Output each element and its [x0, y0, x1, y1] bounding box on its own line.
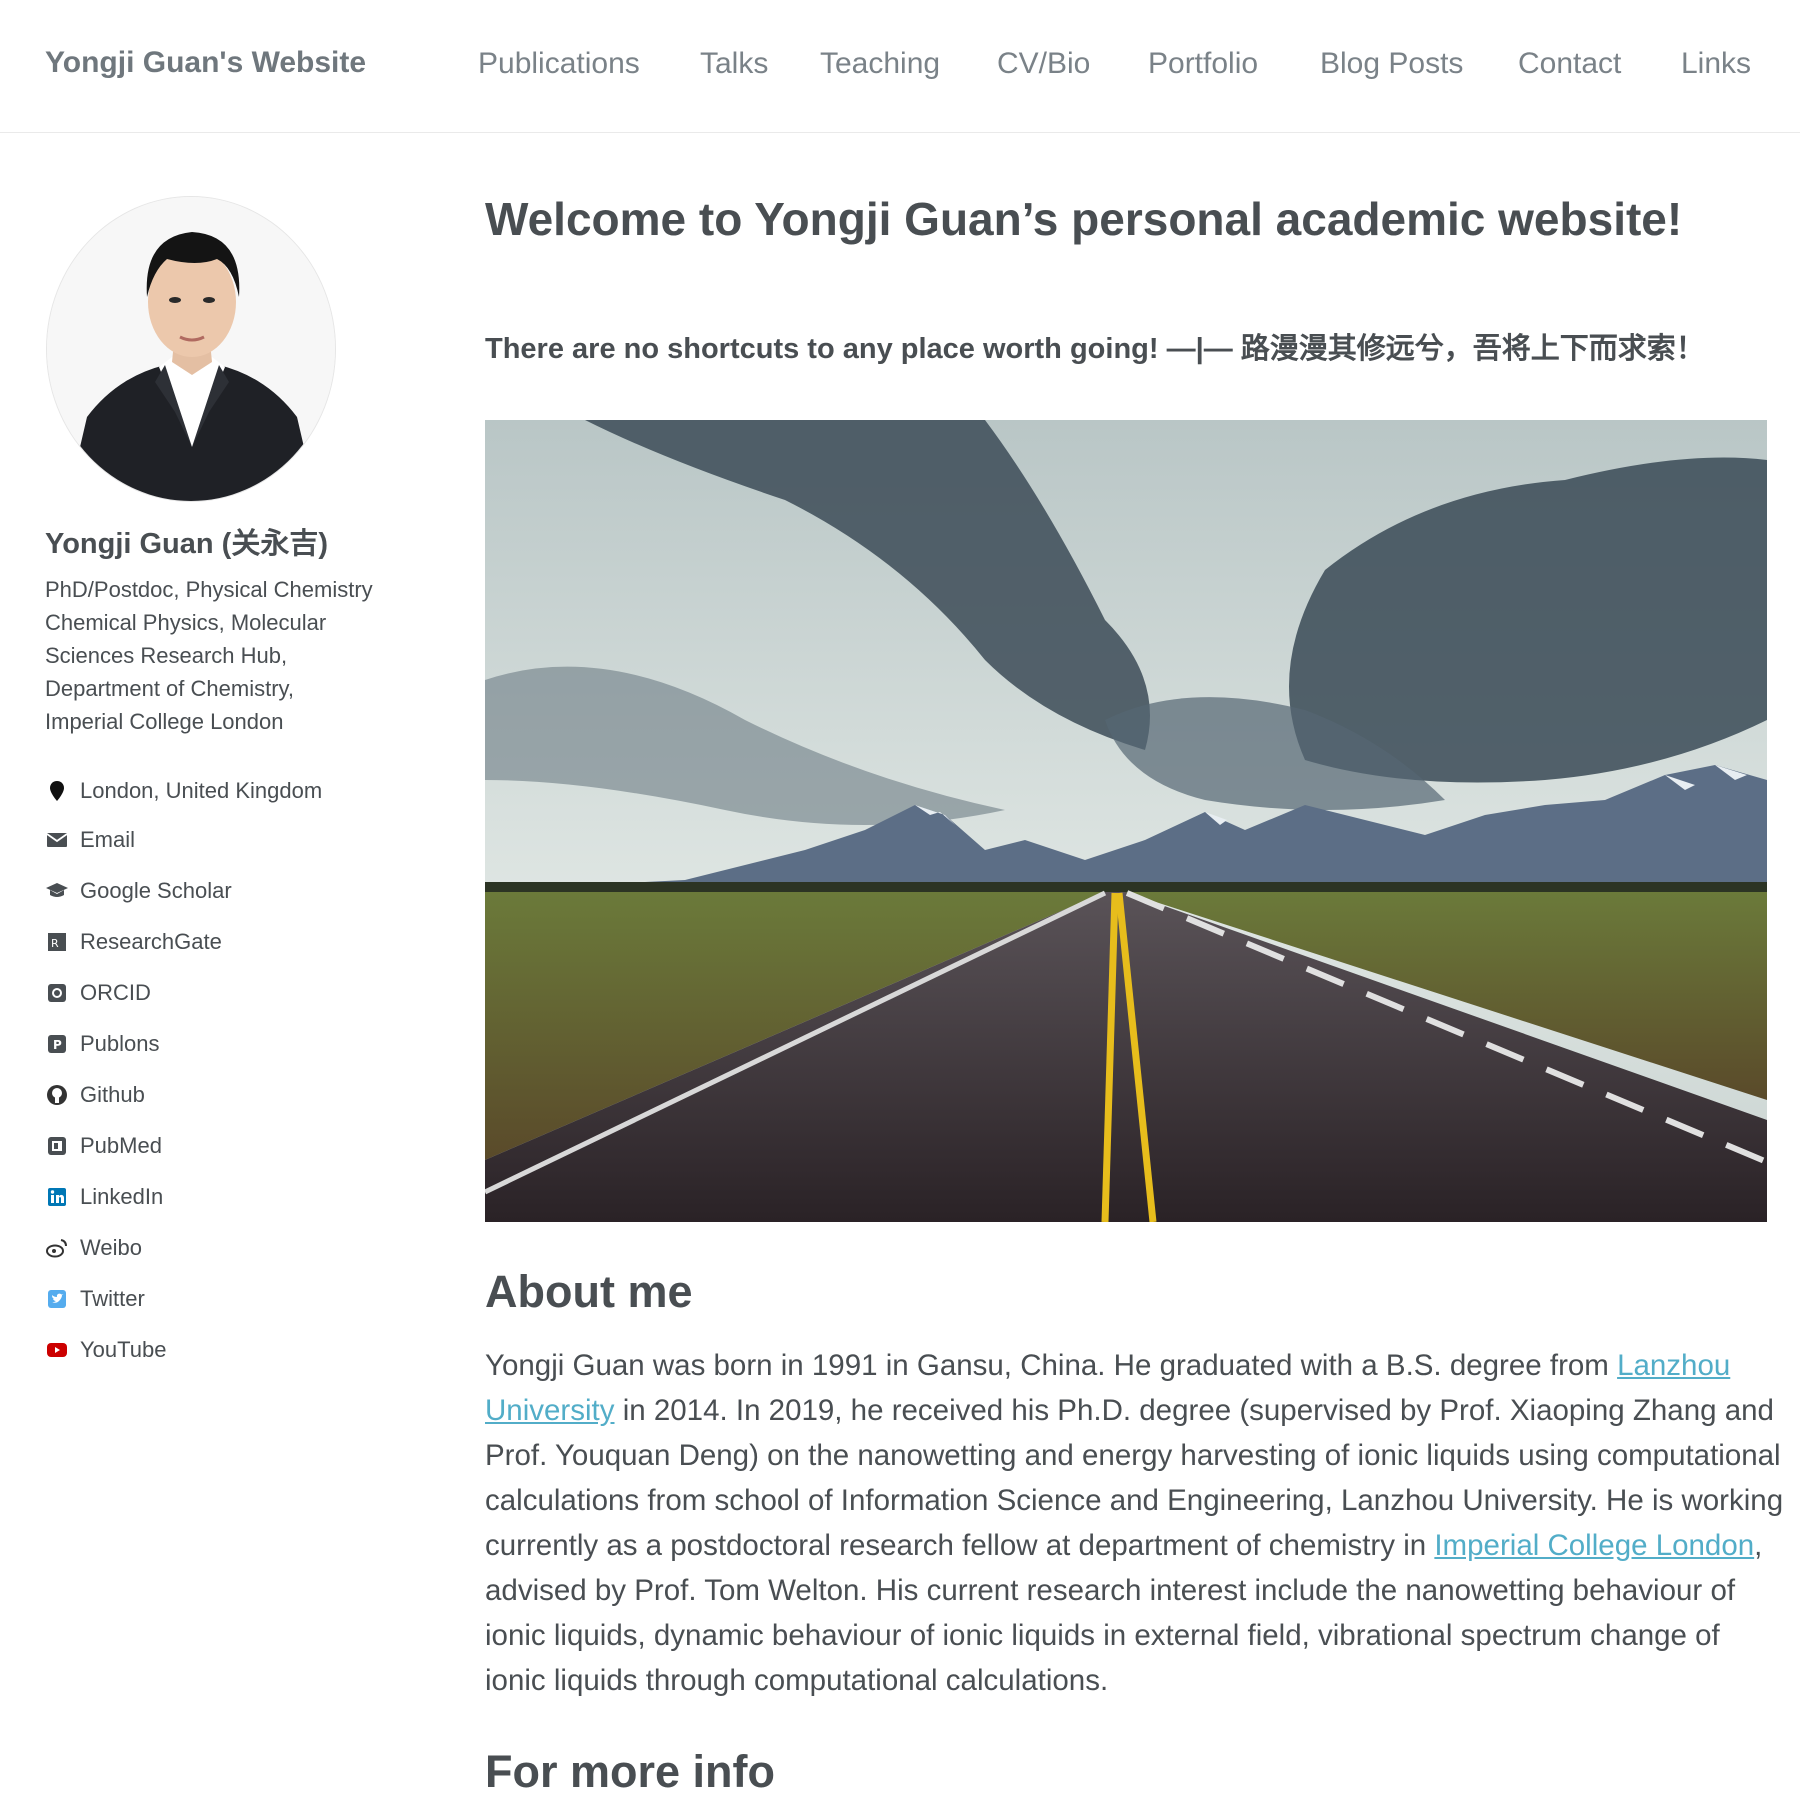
sidebar-link-youtube[interactable]: YouTube	[45, 1335, 166, 1365]
github-icon	[45, 1083, 69, 1107]
sidebar-link-label: Email	[80, 827, 136, 852]
author-bio: PhD/Postdoc, Physical Chemistry Chemical…	[45, 577, 373, 734]
sidebar-link-label: PubMed	[80, 1133, 162, 1158]
sidebar-link-label: ResearchGate	[80, 929, 222, 954]
imperial-college-link[interactable]: Imperial College London	[1434, 1529, 1754, 1562]
sidebar-link-email[interactable]: Email	[45, 825, 135, 855]
sidebar-link-twitter[interactable]: Twitter	[45, 1284, 145, 1314]
publons-icon: P	[45, 1032, 69, 1056]
hero-road-image	[485, 420, 1767, 1222]
sidebar-link-linkedin[interactable]: LinkedIn	[45, 1182, 163, 1212]
sidebar-link-publons[interactable]: P Publons	[45, 1029, 160, 1059]
sidebar-link-pubmed[interactable]: PubMed	[45, 1131, 162, 1161]
nav-links[interactable]: Links	[1681, 47, 1751, 81]
about-text-part: Yongji Guan was born in 1991 in Gansu, C…	[485, 1349, 1618, 1382]
nav-portfolio[interactable]: Portfolio	[1148, 47, 1258, 81]
sidebar-link-label: LinkedIn	[80, 1184, 164, 1209]
motto: There are no shortcuts to any place wort…	[485, 333, 1705, 365]
twitter-icon	[45, 1287, 69, 1311]
nav-talks[interactable]: Talks	[700, 47, 768, 81]
sidebar-location: London, United Kingdom	[45, 776, 322, 806]
sidebar-link-label: ORCID	[80, 980, 151, 1005]
sidebar-link-label: Twitter	[80, 1286, 145, 1311]
sidebar-link-label: Weibo	[80, 1235, 142, 1260]
masthead: Yongji Guan's Website Publications Talks…	[0, 0, 1800, 133]
sidebar-link-weibo[interactable]: Weibo	[45, 1233, 142, 1263]
svg-text:R: R	[51, 937, 59, 950]
more-info-heading: For more info	[485, 1746, 775, 1797]
sidebar-link-github[interactable]: Github	[45, 1080, 145, 1110]
sidebar-link-researchgate[interactable]: R ResearchGate	[45, 927, 222, 957]
sidebar-location-label: London, United Kingdom	[80, 778, 323, 803]
avatar-portrait	[47, 197, 335, 501]
sidebar-link-label: Github	[80, 1082, 145, 1107]
page-title: Welcome to Yongji Guan’s personal academ…	[485, 193, 1683, 245]
sidebar-link-label: Google Scholar	[80, 878, 232, 903]
sidebar-link-google-scholar[interactable]: Google Scholar	[45, 876, 232, 906]
nav-teaching[interactable]: Teaching	[820, 47, 940, 81]
about-paragraph: Yongji Guan was born in 1991 in Gansu, C…	[485, 1343, 1785, 1703]
researchgate-icon: R	[45, 930, 69, 954]
site-title-link[interactable]: Yongji Guan's Website	[45, 46, 366, 80]
nav-contact[interactable]: Contact	[1518, 47, 1621, 81]
weibo-icon	[45, 1236, 69, 1260]
linkedin-icon	[45, 1185, 69, 1209]
svg-text:P: P	[53, 1038, 62, 1052]
map-marker-icon	[45, 779, 69, 803]
nav-blog-posts[interactable]: Blog Posts	[1320, 47, 1463, 81]
orcid-icon	[45, 981, 69, 1005]
avatar	[46, 196, 336, 502]
about-heading: About me	[485, 1266, 693, 1317]
graduation-cap-icon	[45, 879, 69, 903]
nav-publications[interactable]: Publications	[478, 47, 640, 81]
youtube-icon	[45, 1338, 69, 1362]
envelope-icon	[45, 828, 69, 852]
author-name: Yongji Guan (关永吉)	[45, 528, 328, 560]
sidebar-link-label: YouTube	[80, 1337, 167, 1362]
nav-cv-bio[interactable]: CV/Bio	[997, 47, 1090, 81]
sidebar-link-orcid[interactable]: ORCID	[45, 978, 151, 1008]
sidebar-link-label: Publons	[80, 1031, 160, 1056]
pubmed-icon	[45, 1134, 69, 1158]
